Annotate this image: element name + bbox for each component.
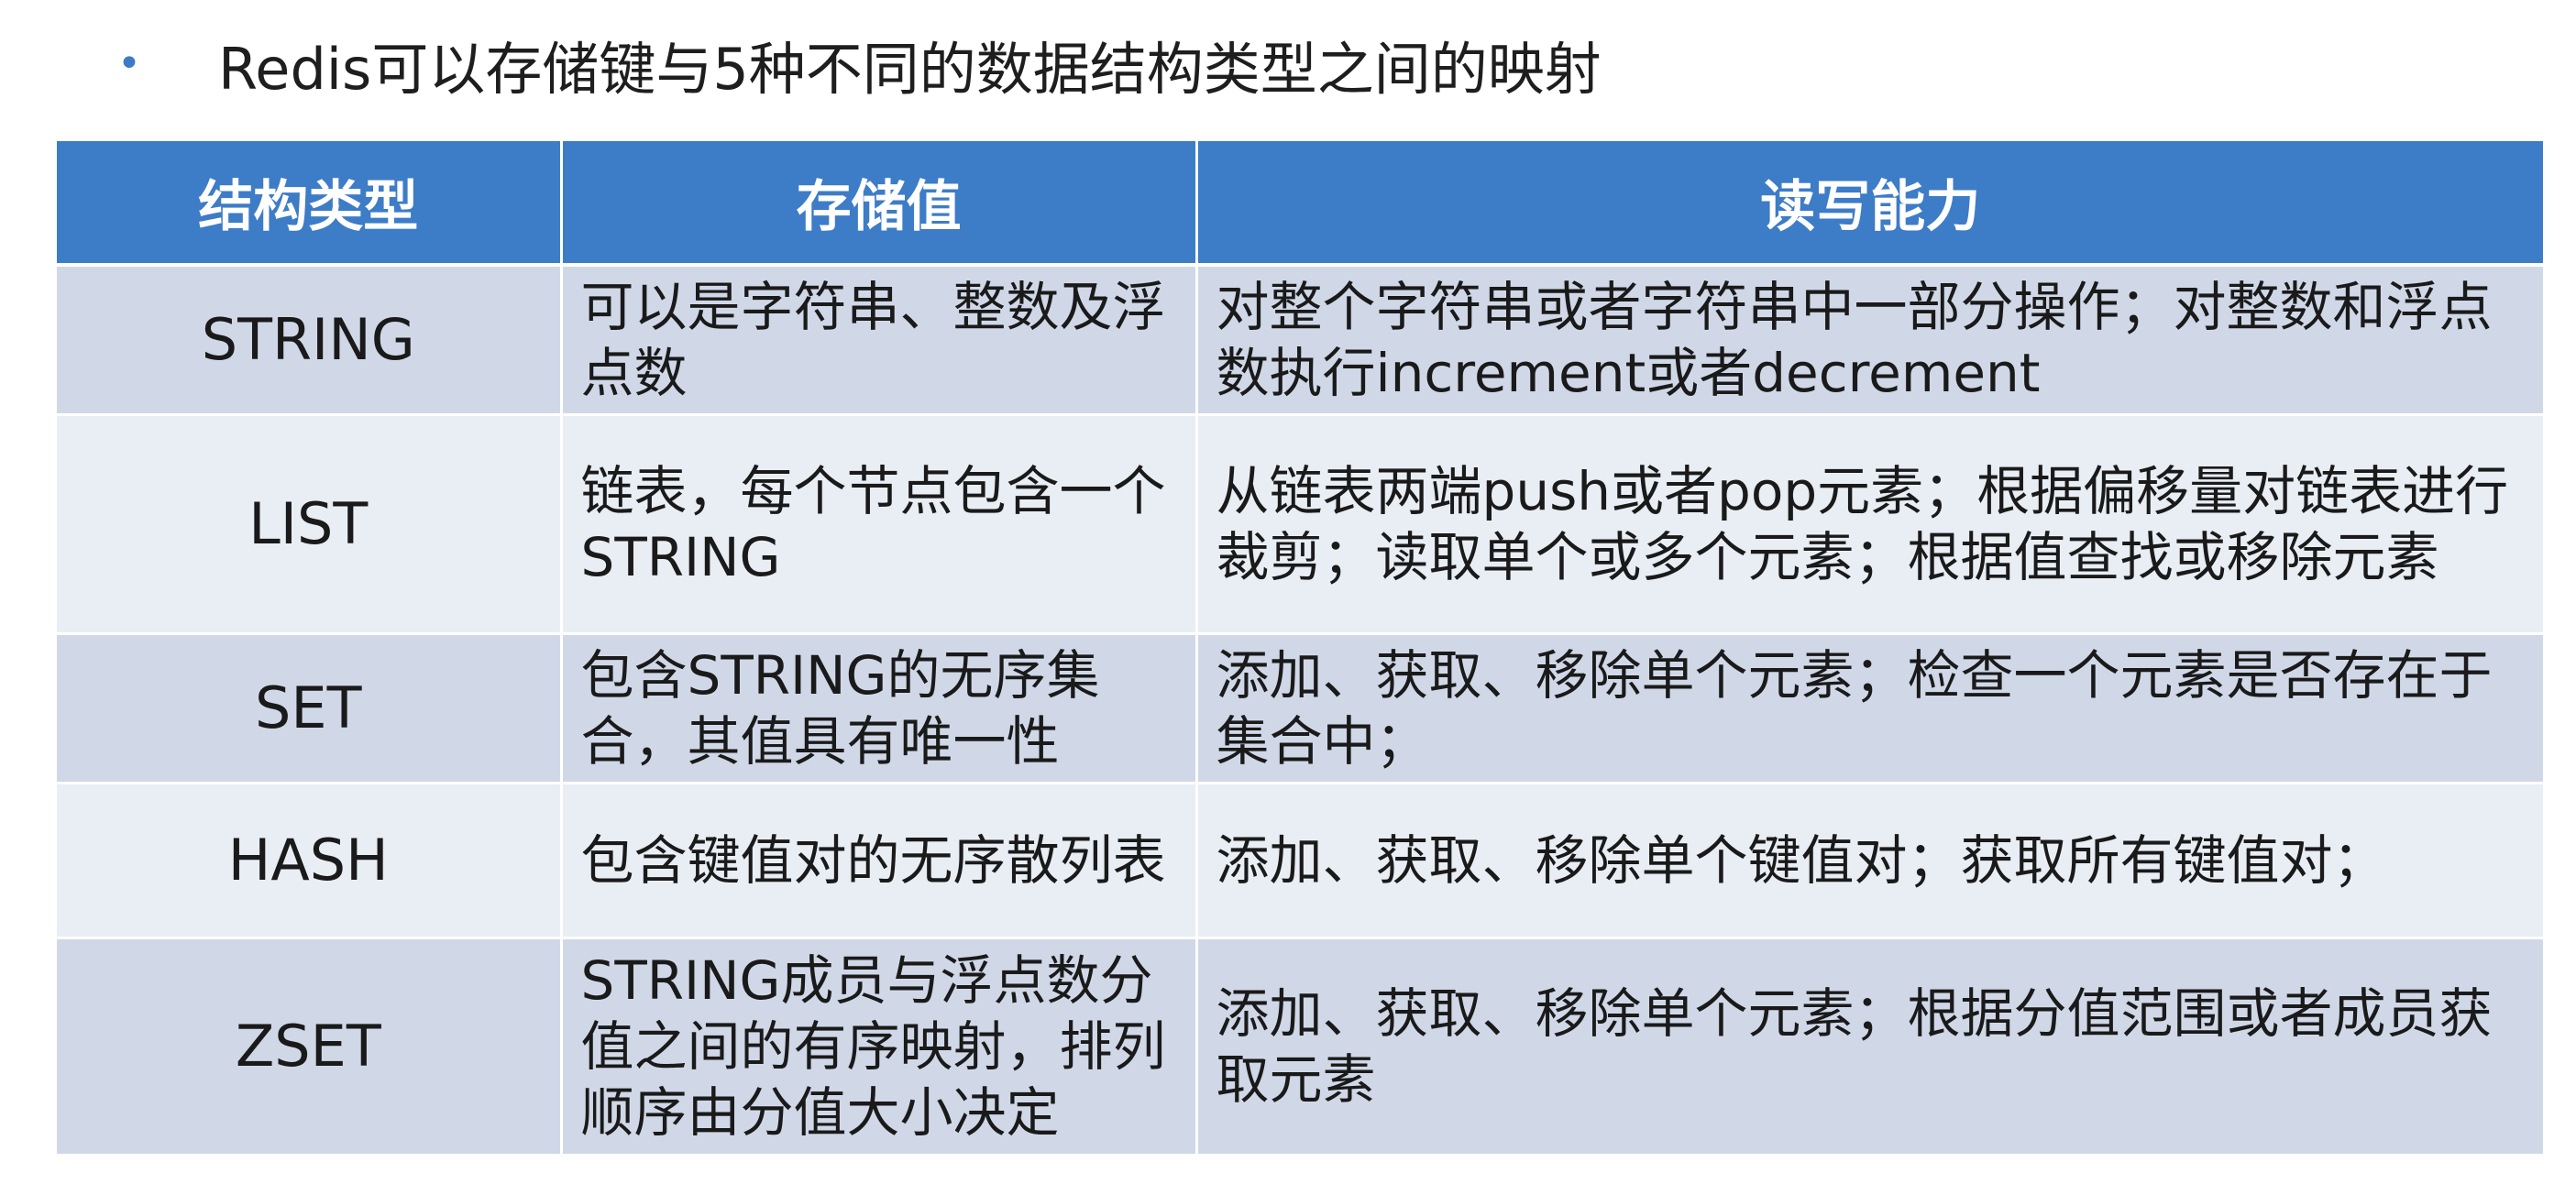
value-cell: 链表，每个节点包含一个STRING <box>561 414 1198 635</box>
type-cell: SET <box>57 633 563 784</box>
redis-types-table: 结构类型 存储值 读写能力 STRING 可以是字符串、整数及浮点数 对整个字符… <box>57 141 2543 1157</box>
ability-cell: 添加、获取、移除单个元素；根据分值范围或者成员获取元素 <box>1196 937 2543 1157</box>
column-header-type: 结构类型 <box>57 141 563 267</box>
value-cell: 包含STRING的无序集合，其值具有唯一性 <box>561 633 1198 784</box>
column-header-ability: 读写能力 <box>1196 141 2543 267</box>
value-cell: 可以是字符串、整数及浮点数 <box>561 265 1198 416</box>
type-cell: LIST <box>57 414 563 635</box>
type-cell: ZSET <box>57 937 563 1157</box>
table-header-row: 结构类型 存储值 读写能力 <box>57 141 2543 267</box>
ability-cell: 添加、获取、移除单个元素；检查一个元素是否存在于集合中； <box>1196 633 2543 784</box>
table-row: LIST 链表，每个节点包含一个STRING 从链表两端push或者pop元素；… <box>57 414 2543 635</box>
slide-heading: • Redis可以存储键与5种不同的数据结构类型之间的映射 <box>117 18 1602 110</box>
ability-cell: 添加、获取、移除单个键值对；获取所有键值对； <box>1196 783 2543 939</box>
bullet-icon: • <box>117 40 141 87</box>
ability-cell: 对整个字符串或者字符串中一部分操作；对整数和浮点数执行increment或者de… <box>1196 265 2543 416</box>
heading-text: Redis可以存储键与5种不同的数据结构类型之间的映射 <box>218 36 1602 103</box>
ability-cell: 从链表两端push或者pop元素；根据偏移量对链表进行裁剪；读取单个或多个元素；… <box>1196 414 2543 635</box>
table-row: ZSET STRING成员与浮点数分值之间的有序映射，排列顺序由分值大小决定 添… <box>57 937 2543 1157</box>
table-row: STRING 可以是字符串、整数及浮点数 对整个字符串或者字符串中一部分操作；对… <box>57 265 2543 416</box>
column-header-value: 存储值 <box>561 141 1198 267</box>
value-cell: 包含键值对的无序散列表 <box>561 783 1198 939</box>
type-cell: STRING <box>57 265 563 416</box>
table-row: SET 包含STRING的无序集合，其值具有唯一性 添加、获取、移除单个元素；检… <box>57 633 2543 784</box>
value-cell: STRING成员与浮点数分值之间的有序映射，排列顺序由分值大小决定 <box>561 937 1198 1157</box>
table-row: HASH 包含键值对的无序散列表 添加、获取、移除单个键值对；获取所有键值对； <box>57 783 2543 939</box>
type-cell: HASH <box>57 783 563 939</box>
